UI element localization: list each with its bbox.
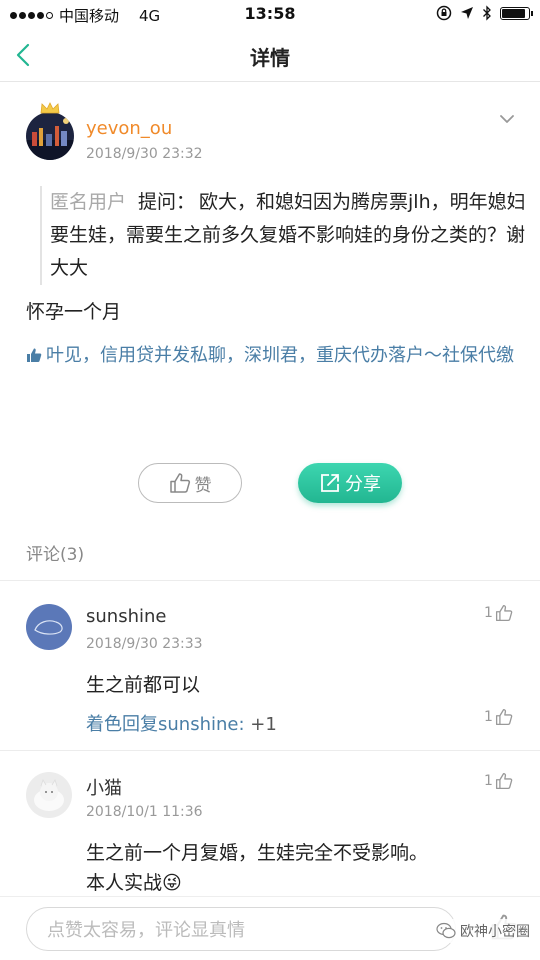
wink-emoji: 😜 (162, 872, 182, 894)
quote-author: 匿名用户 (50, 191, 127, 213)
thumbs-up-outline-icon (495, 708, 513, 726)
comment-like-button[interactable]: 1 (484, 772, 513, 790)
comment-text-line: 生之前一个月复婚，生娃完全不受影响。 (86, 842, 429, 864)
thumbs-up-outline-icon (169, 473, 190, 493)
comment-like-button[interactable]: 1 (484, 604, 513, 622)
bluetooth-icon (483, 5, 491, 21)
reply-text: +1 (244, 714, 277, 735)
comment-avatar[interactable] (26, 604, 72, 650)
wechat-logo-icon (436, 922, 456, 939)
comment-reply[interactable]: 着色回复sunshine: +1 (86, 710, 277, 736)
comment-avatar[interactable] (26, 772, 72, 818)
battery-icon (500, 6, 533, 20)
like-button[interactable]: 赞 (138, 463, 242, 503)
comment-input[interactable]: 点赞太容易，评论显真情 (26, 907, 456, 951)
status-right (436, 5, 533, 21)
battery-fill (502, 8, 526, 18)
comments-header: 评论(3) (26, 545, 85, 565)
post-answer: 怀孕一个月 (26, 301, 122, 323)
comment-timestamp: 2018/10/1 11:36 (86, 804, 203, 820)
page-title: 详情 (250, 46, 290, 70)
comment-username[interactable]: sunshine (86, 606, 166, 627)
watermark: 欧神小密圈 (432, 919, 534, 943)
status-bar: 中国移动 4G 13:58 (0, 0, 540, 28)
comment-timestamp: 2018/9/30 23:33 (86, 636, 203, 652)
share-button-label: 分享 (345, 474, 381, 495)
comment-like-count: 1 (484, 773, 493, 789)
crown-icon (40, 102, 60, 114)
quote-label: 提问： (138, 191, 196, 213)
bottom-bar: 点赞太容易，评论显真情 欧神小密圈 (0, 896, 540, 960)
watermark-text: 欧神小密圈 (460, 924, 530, 940)
post-author-avatar-wrap[interactable] (26, 102, 74, 160)
thumbs-up-icon (27, 348, 42, 362)
thumbs-up-outline-icon (495, 604, 513, 622)
share-button[interactable]: 分享 (298, 463, 402, 503)
chevron-down-icon[interactable] (498, 110, 516, 128)
thumbs-up-outline-icon (495, 772, 513, 790)
post-username[interactable]: yevon_ou (86, 118, 172, 139)
like-button-label: 赞 (194, 475, 212, 496)
location-arrow-icon (461, 7, 473, 19)
avatar (26, 112, 74, 160)
reply-user: 着色回复sunshine: (86, 714, 245, 735)
nav-bar: 详情 (0, 28, 540, 82)
comment-username[interactable]: 小猫 (86, 774, 122, 800)
reply-like-count: 1 (484, 709, 493, 725)
rotation-lock-icon (436, 5, 452, 21)
divider (0, 580, 540, 581)
post-timestamp: 2018/9/30 23:32 (86, 146, 203, 162)
comment-like-count: 1 (484, 605, 493, 621)
comment-text-line: 本人实战😜 (86, 868, 428, 898)
comment-input-placeholder: 点赞太容易，评论显真情 (47, 920, 245, 941)
likers-names[interactable]: 叶见，信用贷并发私聊，深圳君，重庆代办落户～社保代缴 (46, 345, 514, 366)
reply-like-button[interactable]: 1 (484, 708, 513, 726)
comment-text: 生之前都可以 (86, 674, 201, 696)
likers-list: 叶见，信用贷并发私聊，深圳君，重庆代办落户～社保代缴 (26, 342, 516, 369)
divider (0, 750, 540, 751)
quoted-question: 匿名用户 提问： 欧大，和媳妇因为腾房票jlh，明年媳妇要生娃，需要生之前多久复婚不… (40, 186, 528, 285)
comment-text-line2: 本人实战 (86, 872, 163, 894)
comment-text: 生之前一个月复婚，生娃完全不受影响。 本人实战😜 (86, 838, 428, 898)
share-icon (321, 474, 339, 492)
